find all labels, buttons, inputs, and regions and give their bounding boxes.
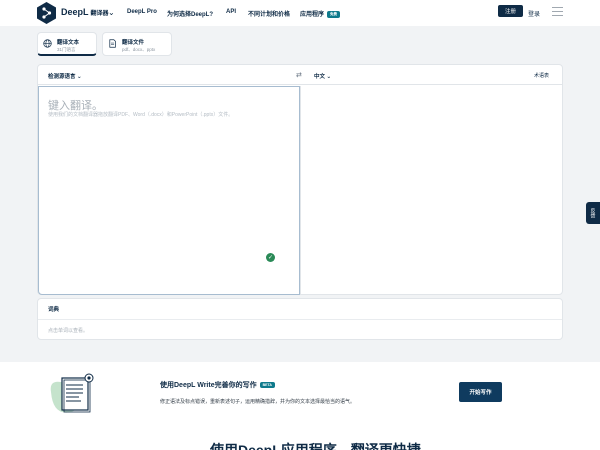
- dictionary-divider: [38, 319, 562, 320]
- promo-description: 修正语法及标点错误，重新表述句子，运用精确措辞，并为你的文本选择最恰当的语气。: [160, 399, 356, 405]
- globe-icon: [43, 39, 52, 48]
- document-icon: [109, 39, 116, 48]
- login-link[interactable]: 登录: [528, 9, 540, 18]
- tab-text-title: 翻译文本: [57, 40, 80, 46]
- swap-languages-icon[interactable]: ⇄: [296, 71, 302, 79]
- nav-apps[interactable]: 应用程序 免费: [300, 9, 341, 18]
- source-text-input[interactable]: 键入翻译。 使用我们的文档翻译器拖放翻译PDF、Word（.docx）和Powe…: [38, 86, 300, 295]
- tab-translate-text[interactable]: 翻译文本 31门语言: [37, 32, 97, 56]
- panel-divider: [300, 86, 301, 295]
- language-bar: 检测源语言 ⌄ ⇄ 中文 ⌄ 术语表: [38, 65, 562, 85]
- signup-button[interactable]: 注册: [498, 5, 523, 17]
- nav-deepl-pro[interactable]: DeepL Pro: [127, 9, 157, 15]
- menu-icon[interactable]: [552, 7, 563, 16]
- apps-badge: 免费: [327, 10, 341, 18]
- nav-why-deepl[interactable]: 为何选择DeepL?: [167, 9, 213, 18]
- grammar-check-icon[interactable]: ✓: [266, 253, 275, 262]
- tab-file-sub: pdf、docx、pptx: [122, 47, 156, 52]
- tab-translate-files[interactable]: 翻译文件 pdf、docx、pptx: [102, 32, 172, 56]
- dictionary-title: 词典: [48, 307, 60, 313]
- chevron-down-icon: ⌄: [326, 74, 332, 80]
- translator-panel: 检测源语言 ⌄ ⇄ 中文 ⌄ 术语表 键入翻译。 使用我们的文档翻译器拖放翻译P…: [37, 64, 563, 295]
- source-language-select[interactable]: 检测源语言 ⌄: [48, 72, 82, 80]
- tab-file-title: 翻译文件: [122, 40, 145, 46]
- target-language-select[interactable]: 中文 ⌄: [314, 72, 331, 80]
- apps-section-title: 使用DeepL应用程序，翻译更快捷: [210, 442, 421, 450]
- source-hint: 使用我们的文档翻译器拖放翻译PDF、Word（.docx）和PowerPoint…: [48, 112, 234, 118]
- nav-api[interactable]: API: [226, 9, 236, 15]
- nav-pricing[interactable]: 不同计划和价格: [248, 9, 290, 18]
- brand-name[interactable]: DeepL 翻译器: [61, 7, 109, 17]
- beta-badge: BETA: [259, 382, 275, 389]
- tab-text-sub: 31门语言: [57, 47, 76, 52]
- deepl-logo-icon[interactable]: [36, 2, 57, 24]
- feedback-tab[interactable]: 反馈: [586, 202, 600, 224]
- glossary-button[interactable]: 术语表: [534, 72, 549, 79]
- dictionary-hint: 点击单词以查看。: [48, 328, 89, 334]
- write-illustration-icon: [50, 373, 94, 413]
- start-writing-button[interactable]: 开始写作: [459, 382, 502, 402]
- write-promo: 使用DeepL Write完善你的写作 BETA 修正语法及标点错误，重新表述句子…: [0, 362, 600, 422]
- promo-title: 使用DeepL Write完善你的写作 BETA: [160, 380, 275, 390]
- chevron-down-icon[interactable]: ⌄: [108, 8, 115, 17]
- chevron-down-icon: ⌄: [77, 74, 82, 80]
- dictionary-panel: 词典 点击单词以查看。: [37, 298, 563, 340]
